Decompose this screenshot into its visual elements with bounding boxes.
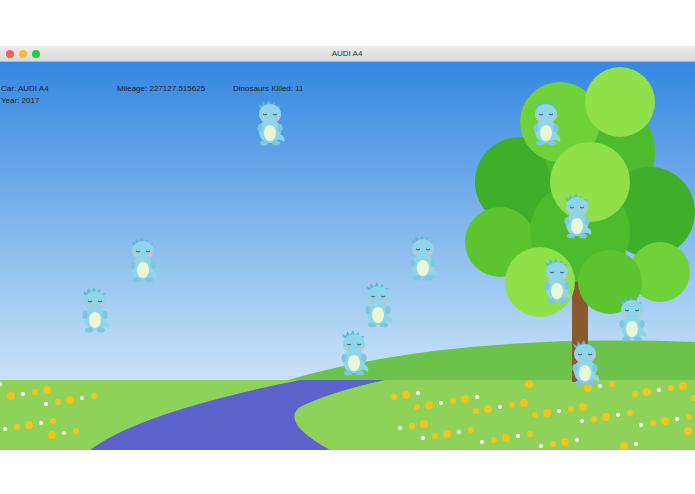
title-bar: AUDI A4 [0,46,695,62]
dinosaur-icon[interactable] [337,328,371,376]
close-icon[interactable] [6,50,14,58]
page: AUDI A4 Car: AUDI A4Mileage: 227127.51562… [0,0,695,494]
zoom-icon[interactable] [32,50,40,58]
minimize-icon[interactable] [19,50,27,58]
dinosaur-icon[interactable] [568,338,602,386]
game-area[interactable]: Car: AUDI A4Mileage: 227127.515625Dinosa… [0,62,695,450]
hud: Car: AUDI A4Mileage: 227127.515625Dinosa… [0,62,695,105]
game-window: AUDI A4 Car: AUDI A4Mileage: 227127.51562… [0,46,695,450]
kills-label: Dinosaurs Killed: 11 [233,84,695,93]
dinosaur-icon[interactable] [126,235,160,283]
year-label: Year: 2017 [1,96,117,105]
top-margin [0,0,695,46]
window-title: AUDI A4 [45,49,689,58]
dinosaur-icon[interactable] [406,233,440,281]
mileage-label: Mileage: 227127.515625 [117,84,233,93]
dinosaur-icon[interactable] [560,191,594,239]
dinosaur-icon[interactable] [253,98,287,146]
dinosaur-icon[interactable] [361,280,395,328]
dinosaur-icon[interactable] [529,98,563,146]
dinosaur-icon[interactable] [615,294,649,342]
dinosaur-icon[interactable] [540,256,574,304]
dinosaur-icon[interactable] [78,285,112,333]
game-scene [0,62,695,450]
car-label: Car: AUDI A4 [1,84,117,93]
